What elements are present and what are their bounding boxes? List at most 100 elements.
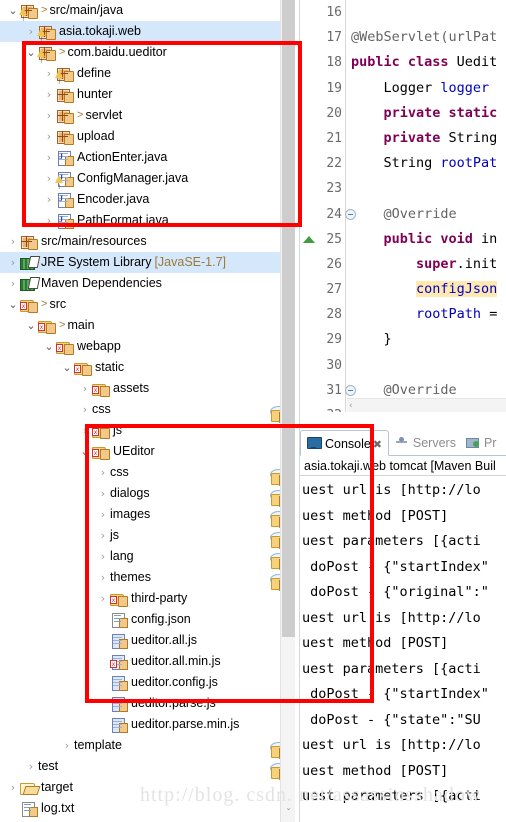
tree-row[interactable]: ueditor.config.js bbox=[0, 672, 280, 693]
chevron-right-icon[interactable]: › bbox=[96, 504, 110, 525]
chevron-right-icon[interactable]: › bbox=[42, 147, 56, 168]
chevron-right-icon[interactable]: › bbox=[42, 126, 56, 147]
tree-row[interactable]: › src/main/resources bbox=[0, 231, 280, 252]
tree-row[interactable]: › J PathFormat.java bbox=[0, 210, 280, 231]
chevron-right-icon[interactable]: › bbox=[96, 483, 110, 504]
tree-row[interactable]: › x third-party bbox=[0, 588, 280, 609]
tree-row[interactable]: › > servlet bbox=[0, 105, 280, 126]
chevron-down-icon[interactable]: ⌄ bbox=[6, 294, 20, 315]
tree-row[interactable]: ⌄ x UEditor bbox=[0, 441, 280, 462]
tree-row[interactable]: › JRE System Library [JavaSE-1.7] bbox=[0, 252, 280, 273]
chevron-right-icon[interactable]: › bbox=[42, 168, 56, 189]
tree-row[interactable]: › upload bbox=[0, 126, 280, 147]
explorer-vertical-scrollbar[interactable]: ˇ bbox=[280, 0, 295, 822]
chevron-down-icon[interactable]: ⌄ bbox=[78, 441, 92, 462]
tree-row[interactable]: ueditor.parse.js bbox=[0, 693, 280, 714]
chevron-right-icon[interactable]: › bbox=[6, 252, 20, 273]
explorer-scroll-down-arrow[interactable]: ˇ bbox=[281, 806, 296, 822]
tree-row[interactable]: ueditor.all.js bbox=[0, 630, 280, 651]
code-line[interactable]: private static bbox=[347, 101, 506, 126]
tree-row[interactable]: ⌄ x > src bbox=[0, 294, 280, 315]
console-tab-console[interactable]: Console ✖ bbox=[300, 430, 389, 456]
tree-row[interactable]: › test bbox=[0, 756, 280, 780]
tree-row[interactable]: › template bbox=[0, 735, 280, 759]
chevron-right-icon[interactable]: › bbox=[42, 84, 56, 105]
console-tab-pr[interactable]: Pr bbox=[460, 430, 501, 456]
code-line[interactable]: rootPath = bbox=[347, 302, 506, 327]
code-line[interactable]: String rootPat bbox=[347, 151, 506, 176]
console-output[interactable]: uest url is [http://lo uest method [POST]… bbox=[300, 476, 506, 816]
chevron-down-icon[interactable]: ⌄ bbox=[60, 357, 74, 378]
tree-row[interactable]: › J Encoder.java bbox=[0, 189, 280, 210]
tree-row[interactable]: › themes bbox=[0, 567, 280, 591]
chevron-right-icon[interactable]: › bbox=[24, 21, 38, 42]
code-line[interactable] bbox=[347, 176, 506, 201]
chevron-right-icon[interactable]: › bbox=[96, 462, 110, 483]
tree-row[interactable]: › dialogs bbox=[0, 483, 280, 507]
java-code-editor[interactable]: 1617181920212223242526272829303132333435… bbox=[300, 0, 506, 412]
code-line[interactable]: @Override bbox=[347, 202, 506, 227]
tree-row[interactable]: ›JConfigManager.java bbox=[0, 168, 280, 198]
file-error-marker: x bbox=[110, 659, 117, 668]
chevron-down-icon[interactable]: ⌄ bbox=[24, 42, 38, 63]
tree-row[interactable]: › lang bbox=[0, 546, 280, 570]
code-line[interactable]: public void in bbox=[347, 227, 506, 252]
chevron-right-icon[interactable]: › bbox=[96, 588, 110, 609]
console-tab-bar[interactable]: Console ✖ Servers Pr bbox=[300, 430, 506, 456]
chevron-right-icon[interactable]: › bbox=[78, 399, 92, 420]
chevron-right-icon[interactable]: › bbox=[60, 735, 74, 756]
tree-row[interactable]: › js bbox=[0, 525, 280, 549]
explorer-scrollbar-thumb[interactable] bbox=[282, 0, 295, 637]
tree-row[interactable]: log.txt bbox=[0, 798, 280, 819]
chevron-down-icon[interactable]: ⌄ bbox=[24, 315, 38, 336]
code-line[interactable]: } bbox=[347, 327, 506, 352]
chevron-right-icon[interactable]: › bbox=[6, 231, 20, 252]
chevron-right-icon[interactable]: › bbox=[42, 105, 56, 126]
tree-row[interactable]: › css bbox=[0, 399, 280, 423]
code-line[interactable] bbox=[347, 353, 506, 378]
chevron-right-icon[interactable]: › bbox=[78, 420, 92, 441]
tree-row-label: css bbox=[92, 402, 111, 416]
tree-row[interactable]: ⌄ x > main bbox=[0, 315, 280, 336]
tree-row[interactable]: config.json bbox=[0, 609, 280, 630]
tree-row[interactable]: ⌄ x webapp bbox=[0, 336, 280, 357]
chevron-down-icon[interactable]: ⌄ bbox=[42, 336, 56, 357]
tree-row[interactable]: › hunter bbox=[0, 84, 280, 105]
code-line[interactable]: private String bbox=[347, 126, 506, 151]
chevron-right-icon[interactable]: › bbox=[42, 63, 56, 84]
tree-row[interactable]: › J ActionEnter.java bbox=[0, 147, 280, 168]
chevron-right-icon[interactable]: › bbox=[96, 546, 110, 567]
package-explorer-tree[interactable]: ⌄>src/main/java›asia.tokaji.web⌄>com.bai… bbox=[0, 0, 280, 822]
code-line[interactable]: super.init bbox=[347, 252, 506, 277]
code-line[interactable]: public class Uedit bbox=[347, 50, 506, 75]
chevron-right-icon[interactable]: › bbox=[42, 210, 56, 231]
editor-code-area[interactable]: @WebServlet(urlPat public class Uedit Log… bbox=[347, 0, 506, 412]
code-line[interactable]: Logger logger bbox=[347, 76, 506, 101]
editor-hscroll-left-arrow[interactable]: ‹ bbox=[349, 399, 353, 412]
tree-row[interactable]: › x js bbox=[0, 420, 280, 441]
chevron-right-icon[interactable]: › bbox=[96, 567, 110, 588]
chevron-right-icon[interactable]: › bbox=[96, 525, 110, 546]
chevron-right-icon[interactable]: › bbox=[78, 378, 92, 399]
code-line[interactable]: @WebServlet(urlPat bbox=[347, 25, 506, 50]
tree-row[interactable]: › images bbox=[0, 504, 280, 528]
console-tab-servers[interactable]: Servers bbox=[389, 430, 460, 456]
tree-row[interactable]: ueditor.parse.min.js bbox=[0, 714, 280, 735]
tree-row[interactable]: › x assets bbox=[0, 378, 280, 399]
close-icon[interactable]: ✖ bbox=[371, 432, 384, 458]
chevron-right-icon[interactable]: › bbox=[42, 189, 56, 210]
chevron-right-icon[interactable]: › bbox=[6, 777, 20, 798]
chevron-right-icon[interactable]: › bbox=[6, 273, 20, 294]
tree-row[interactable]: x ueditor.all.min.js bbox=[0, 651, 280, 672]
chevron-down-icon[interactable]: ⌄ bbox=[6, 0, 20, 21]
code-line[interactable] bbox=[347, 0, 506, 25]
editor-horizontal-scrollbar[interactable]: ‹ bbox=[347, 398, 506, 412]
tree-row[interactable]: › Maven Dependencies bbox=[0, 273, 280, 294]
tree-row[interactable]: ⌄ >src/main/java bbox=[0, 0, 280, 30]
tree-row[interactable]: ⌄ x static bbox=[0, 357, 280, 378]
tree-row[interactable]: › asia.tokaji.web bbox=[0, 21, 280, 51]
tree-row[interactable]: › target bbox=[0, 777, 280, 798]
code-line[interactable]: configJson bbox=[347, 277, 506, 302]
chevron-right-icon[interactable]: › bbox=[24, 756, 38, 777]
tree-row[interactable]: › css bbox=[0, 462, 280, 486]
